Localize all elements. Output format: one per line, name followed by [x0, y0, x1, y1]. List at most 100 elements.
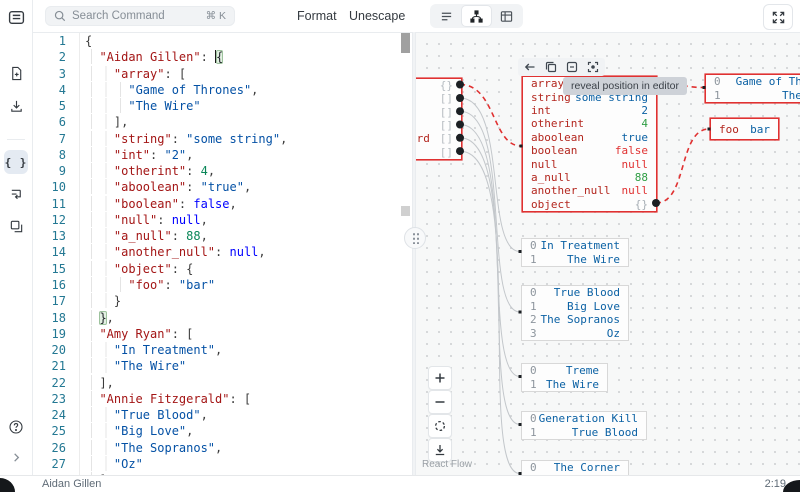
editor-line[interactable]: 4 "Game of Thrones",: [32, 81, 412, 98]
new-document-icon[interactable]: [4, 61, 28, 85]
download-icon[interactable]: [4, 94, 28, 118]
panel-divider-handle[interactable]: [404, 227, 426, 249]
collapse-sidebar-icon[interactable]: [4, 445, 28, 469]
node-row: Alexander Skarsgård[]: [416, 132, 453, 146]
view-mode-switcher: [430, 4, 523, 28]
graph-node-clarke-peters-array[interactable]: 0 The Corner: [521, 460, 629, 475]
line-number: 20: [51, 343, 66, 358]
editor-line[interactable]: 2 "Aidan Gillen": {: [32, 49, 412, 65]
node-row: 0Game of Thrones: [714, 75, 800, 89]
json-editor[interactable]: 1{2 "Aidan Gillen": {3 "array": [4 "Game of…: [32, 32, 412, 475]
scrollbar-mark: [401, 206, 410, 216]
graph-node-root[interactable]: Aidan Gillen{}Amy Ryan[]Annie Fitzgerald…: [416, 78, 462, 160]
editor-line[interactable]: 27 "Oz": [32, 455, 412, 472]
editor-line[interactable]: 20 "In Treatment",: [32, 342, 412, 358]
indent-guides: [85, 276, 129, 292]
table-view-tab[interactable]: [492, 6, 521, 26]
node-row: 0 Treme: [530, 364, 599, 378]
editor-line[interactable]: 18},: [32, 309, 412, 326]
graph-node-anwan-glover-array[interactable]: 0 Treme 1 The Wire: [521, 363, 608, 392]
editor-line[interactable]: 12 "null": null,: [32, 211, 412, 228]
editor-line[interactable]: 11 "boolean": false,: [32, 195, 412, 212]
node-row: 0 Generation Kill: [530, 412, 638, 426]
editor-line[interactable]: 19 "Amy Ryan": [: [32, 325, 412, 342]
scrollbar-thumb[interactable]: [401, 33, 410, 53]
search-input[interactable]: Search Command ⌘ K: [45, 6, 235, 26]
graph-node-amy-ryan-array[interactable]: 0 In Treatment 1 The Wire: [521, 238, 629, 267]
node-toolbar: [518, 58, 605, 76]
node-row: Clarke Peters[]: [439, 145, 453, 159]
editor-line[interactable]: 24 "True Blood",: [32, 407, 412, 423]
editor-scrollbar[interactable]: [401, 32, 410, 475]
sidebar: { }: [0, 0, 33, 475]
transform-icon[interactable]: [4, 182, 28, 206]
indent-guides: [85, 98, 129, 114]
indent-guides: [85, 423, 114, 439]
editor-line[interactable]: 15 "object": {: [32, 260, 412, 277]
graph-node-foo-object[interactable]: foo bar: [710, 118, 779, 140]
node-row: foo bar: [719, 122, 770, 136]
line-number: 8: [58, 147, 66, 162]
indent-guides: [85, 228, 114, 244]
graph-canvas[interactable]: Aidan Gillen{}Amy Ryan[]Annie Fitzgerald…: [416, 32, 800, 475]
line-number: 18: [51, 310, 66, 325]
indent-guides: [85, 114, 114, 130]
editor-line[interactable]: 6],: [32, 114, 412, 130]
copy-icon[interactable]: [545, 61, 557, 73]
graph-node-alexander-skarsgard-array[interactable]: 0 Generation Kill 1 True Blood: [521, 411, 647, 440]
format-button[interactable]: Format: [297, 0, 337, 32]
node-row: Anwan Glover[]: [439, 119, 453, 133]
node-row: 0 The Corner: [530, 461, 620, 475]
graph-view-tab[interactable]: [462, 6, 491, 26]
editor-line[interactable]: 14 "another_null": null,: [32, 244, 412, 260]
zoom-in-button[interactable]: [428, 366, 452, 390]
editor-line[interactable]: 25 "Big Love",: [32, 423, 412, 439]
editor-line[interactable]: 3 "array": [: [32, 65, 412, 82]
indent-guides: [85, 81, 129, 97]
reveal-position-icon[interactable]: [587, 61, 599, 73]
braces-editor-icon[interactable]: { }: [4, 150, 28, 174]
node-row: another_null null: [531, 184, 648, 198]
node-row: Amy Ryan[]: [439, 92, 453, 106]
line-number: 25: [51, 424, 66, 439]
graph-node-annie-fitzgerald-array[interactable]: 0 True Blood 1 Big Love 2 The Sopranos 3 Oz: [521, 285, 629, 341]
editor-line[interactable]: 17}: [32, 293, 412, 309]
indent-guides: [85, 390, 100, 406]
compare-icon[interactable]: [4, 214, 28, 238]
react-flow-attribution[interactable]: React Flow: [422, 459, 472, 470]
graph-node-aidan-gillen[interactable]: array string some string int 2 otherint 4 abool…: [522, 76, 657, 212]
editor-lines: 1{2 "Aidan Gillen": {3 "array": [4 "Game of…: [32, 33, 412, 475]
editor-line[interactable]: 10 "aboolean": "true",: [32, 179, 412, 195]
node-row: Aidan Gillen{}: [439, 79, 453, 93]
topbar: Search Command ⌘ K Format Unescape: [32, 0, 800, 33]
editor-line[interactable]: 16 "foo": "bar": [32, 276, 412, 293]
editor-line[interactable]: 13 "a_null": 88,: [32, 228, 412, 244]
collapse-node-icon[interactable]: [566, 61, 578, 73]
status-selected-path: Aidan Gillen: [42, 478, 102, 490]
indent-guides: [85, 309, 100, 325]
graph-node-aidan-array[interactable]: 0Game of Thrones1The Wire: [705, 74, 800, 103]
editor-line[interactable]: 21 "The Wire": [32, 358, 412, 374]
line-number: 2: [58, 50, 66, 65]
editor-line[interactable]: 22],: [32, 374, 412, 391]
editor-line[interactable]: 5 "The Wire": [32, 98, 412, 114]
back-arrow-icon[interactable]: [524, 61, 536, 73]
node-row: 2 The Sopranos: [530, 313, 620, 327]
node-row: otherint 4: [531, 117, 648, 131]
editor-line[interactable]: 1{: [32, 33, 412, 49]
help-icon[interactable]: [4, 415, 28, 439]
indent-guides: [85, 146, 114, 162]
zoom-out-button[interactable]: [428, 390, 452, 414]
editor-line[interactable]: 7 "string": "some string",: [32, 130, 412, 147]
editor-line[interactable]: 26 "The Sopranos",: [32, 439, 412, 456]
editor-line[interactable]: 9 "otherint": 4,: [32, 163, 412, 179]
editor-line[interactable]: 23 "Annie Fitzgerald": [: [32, 390, 412, 407]
line-number: 13: [51, 229, 66, 244]
editor-line[interactable]: 8 "int": "2",: [32, 146, 412, 163]
text-view-tab[interactable]: [432, 6, 461, 26]
unescape-button[interactable]: Unescape: [349, 0, 405, 32]
fullscreen-button[interactable]: [763, 4, 793, 30]
fit-view-button[interactable]: [428, 414, 452, 438]
panel-divider[interactable]: [412, 32, 416, 475]
logo-icon[interactable]: [4, 5, 28, 29]
